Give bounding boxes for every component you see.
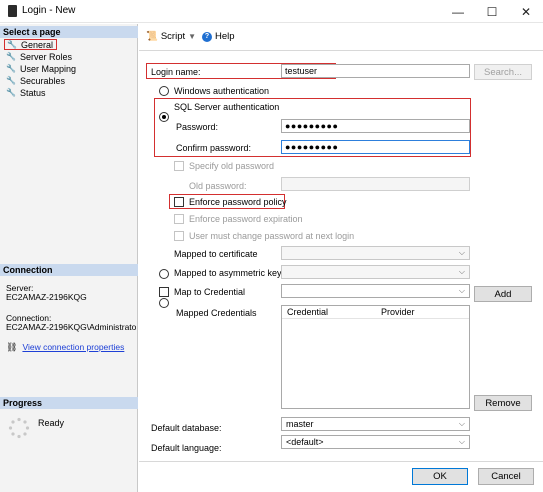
map-credential-label: Map to Credential [174,287,246,297]
specify-old-password-checkbox[interactable] [174,161,184,171]
windows-auth-radio[interactable] [159,86,169,96]
window-title: Login - New [22,5,76,16]
minimize-button[interactable]: — [441,0,475,23]
nav-item-server-roles[interactable]: 🔧 Server Roles [4,51,74,62]
app-icon [8,5,17,17]
progress-status: Ready [38,418,65,428]
wrench-icon: 🔧 [6,88,16,97]
default-database-select[interactable]: master ⌵ [281,417,470,431]
mapped-certificate-radio[interactable] [159,269,169,279]
mapped-asymmetric-radio[interactable] [159,298,169,308]
search-button[interactable]: Search... [474,64,532,80]
ok-button[interactable]: OK [412,468,468,485]
chevron-down-icon: ▼ [188,32,197,41]
wrench-icon: 🔧 [6,76,16,85]
confirm-password-input[interactable]: ●●●●●●●●● [281,140,470,154]
password-input[interactable]: ●●●●●●●●● [281,119,470,133]
default-language-select[interactable]: <default> ⌵ [281,435,470,449]
nav-item-securables[interactable]: 🔧 Securables [4,75,67,86]
nav-item-label: Securables [19,75,65,86]
maximize-button[interactable]: ☐ [475,0,509,23]
chevron-down-icon: ⌵ [458,267,465,276]
credential-select[interactable]: ⌵ [281,284,470,298]
sql-auth-label: SQL Server authentication [174,102,280,112]
enforce-policy-checkbox[interactable] [174,197,184,207]
default-database-label: Default database: [151,423,222,433]
must-change-checkbox[interactable] [174,231,184,241]
default-database-value: master [286,419,314,429]
grid-header: Credential Provider [282,306,469,319]
help-icon: ? [202,31,212,42]
close-button[interactable]: ✕ [509,0,543,23]
progress-spinner-icon [8,417,30,439]
select-page-header: Select a page [0,26,138,38]
help-button[interactable]: ? Help [202,31,235,42]
toolbar-divider [139,50,543,51]
wrench-icon: 🔧 [7,40,17,49]
title-bar: Login - New — ☐ ✕ [0,0,543,23]
nav-item-label: Server Roles [19,51,72,62]
windows-auth-label: Windows authentication [174,86,270,96]
nav-item-label: General [20,39,53,50]
nav-item-status[interactable]: 🔧 Status [4,87,47,98]
login-name-input[interactable]: testuser [281,64,470,78]
mapped-asymmetric-label: Mapped to asymmetric key [174,268,282,278]
cancel-button[interactable]: Cancel [478,468,534,485]
server-value: EC2AMAZ-2196KQG [6,292,87,302]
asymmetric-key-select[interactable]: ⌵ [281,265,470,279]
add-button[interactable]: Add [474,286,532,302]
column-header-provider[interactable]: Provider [375,307,415,317]
mapped-credentials-label: Mapped Credentials [176,308,257,318]
remove-button[interactable]: Remove [474,395,532,411]
mapped-credentials-grid[interactable]: Credential Provider [281,305,470,409]
nav-item-user-mapping[interactable]: 🔧 User Mapping [4,63,78,74]
enforce-expiration-checkbox[interactable] [174,214,184,224]
progress-header: Progress [0,397,138,409]
chevron-down-icon: ⌵ [458,248,465,257]
properties-icon: ⛓ [6,342,18,352]
chevron-down-icon: ⌵ [458,437,465,446]
default-language-value: <default> [286,437,324,447]
certificate-select[interactable]: ⌵ [281,246,470,260]
footer-divider [139,461,543,462]
map-credential-checkbox[interactable] [159,287,169,297]
script-icon: 📜 [146,31,158,42]
wrench-icon: 🔧 [6,64,16,73]
password-label: Password: [176,122,219,132]
connection-header: Connection [0,264,138,276]
script-button[interactable]: 📜 Script ▼ [146,31,196,42]
nav-item-label: Status [19,87,46,98]
wrench-icon: 🔧 [6,52,16,61]
old-password-input[interactable] [281,177,470,191]
view-connection-properties[interactable]: ⛓ View connection properties [6,342,124,352]
nav-item-label: User Mapping [19,63,76,74]
old-password-label: Old password: [189,181,247,191]
specify-old-password-label: Specify old password [189,161,275,171]
confirm-password-label: Confirm password: [176,143,252,153]
enforce-expiration-label: Enforce password expiration [189,214,303,224]
login-name-label: Login name: [151,67,201,77]
connection-value: EC2AMAZ-2196KQG\Administrato [6,322,137,332]
enforce-policy-label: Enforce password policy [189,197,287,207]
chevron-down-icon: ⌵ [458,286,465,295]
default-language-label: Default language: [151,443,222,453]
column-header-credential[interactable]: Credential [282,307,375,317]
must-change-label: User must change password at next login [189,231,355,241]
chevron-down-icon: ⌵ [458,419,465,428]
mapped-certificate-label: Mapped to certificate [174,249,258,259]
view-connection-link[interactable]: View connection properties [22,342,124,352]
nav-item-general[interactable]: 🔧 General [4,39,57,50]
sql-auth-radio[interactable] [159,112,169,122]
